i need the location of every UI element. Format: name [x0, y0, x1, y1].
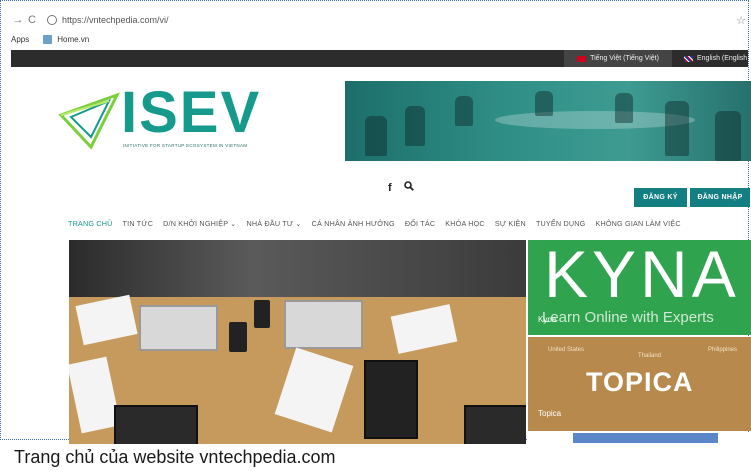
header-banner-image [345, 81, 751, 161]
search-icon[interactable] [403, 181, 414, 194]
kyna-caption: Kyna [538, 315, 557, 324]
vn-flag-icon [577, 55, 587, 62]
topica-logo: TOPICA [586, 367, 694, 397]
language-bar: Tiếng Việt (Tiếng Việt) English (English [11, 50, 748, 67]
bookmark-home[interactable]: Home.vn [57, 35, 89, 44]
logo-text: ISEV [121, 80, 262, 145]
info-icon [47, 15, 57, 25]
lang-vietnamese[interactable]: Tiếng Việt (Tiếng Việt) [564, 50, 672, 67]
lang-english[interactable]: English (English [684, 50, 747, 67]
menu-item-events[interactable]: SỰ KIỆN [495, 219, 526, 228]
facebook-icon[interactable]: f [388, 182, 392, 194]
kyna-logo: KYNA [544, 237, 740, 311]
kyna-card[interactable]: KYNA Learn Online with Experts Kyna [528, 237, 751, 335]
main-menu: TRANG CHỦ TIN TỨC D/N KHỞI NGHIỆP ⌄ NHÀ … [68, 219, 691, 228]
menu-item-jobs[interactable]: TUYỂN DỤNG [536, 219, 586, 228]
lang-en-label: English (English [697, 55, 748, 62]
star-icon[interactable]: ☆ [736, 14, 746, 27]
login-button[interactable]: ĐĂNG NHẬP [690, 188, 750, 207]
map-pin-label: Thailand [638, 353, 662, 359]
figure-caption: Trang chủ của website vntechpedia.com [14, 447, 336, 467]
menu-item-workspace[interactable]: KHÔNG GIAN LÀM VIỆC [595, 219, 680, 228]
uk-flag-icon [684, 55, 693, 62]
bookmarks-bar: Apps Home.vn [11, 31, 89, 47]
topica-card[interactable]: United States Thailand Philippines TOPIC… [528, 337, 751, 431]
menu-item-startups[interactable]: D/N KHỞI NGHIỆP ⌄ [163, 219, 236, 228]
address-bar[interactable]: https://vntechpedia.com/vi/ [47, 15, 169, 25]
logo-triangle-icon [58, 92, 121, 150]
menu-item-news[interactable]: TIN TỨC [123, 219, 154, 228]
menu-item-influencers[interactable]: CÁ NHÂN ẢNH HƯỞNG [312, 219, 395, 228]
screenshot-frame: → C https://vntechpedia.com/vi/ ☆ Apps H… [0, 0, 751, 444]
next-card-preview [528, 433, 751, 443]
map-pin-label: United States [548, 347, 585, 353]
map-pin-label: Philippines [708, 347, 738, 353]
lang-vi-label: Tiếng Việt (Tiếng Việt) [590, 55, 659, 62]
apps-link[interactable]: Apps [11, 35, 29, 44]
menu-item-courses[interactable]: KHÓA HỌC [445, 219, 485, 228]
back-arrow-icon[interactable]: → [11, 14, 25, 26]
menu-item-investors[interactable]: NHÀ ĐẦU TƯ ⌄ [246, 219, 301, 228]
hero-image[interactable] [69, 240, 526, 444]
browser-toolbar: → C https://vntechpedia.com/vi/ ☆ [11, 9, 747, 31]
url-text: https://vntechpedia.com/vi/ [62, 15, 169, 25]
menu-item-home[interactable]: TRANG CHỦ [68, 219, 113, 228]
bookmark-icon [43, 34, 53, 44]
topica-caption: Topica [538, 409, 562, 418]
menu-item-partners[interactable]: ĐỐI TÁC [405, 219, 435, 228]
social-links: f [388, 181, 423, 194]
register-button[interactable]: ĐĂNG KÝ [634, 188, 687, 207]
site-logo[interactable]: ISEV INITIATIVE FOR STARTUP ECOSYSTEM IN… [57, 83, 277, 153]
logo-subtitle: INITIATIVE FOR STARTUP ECOSYSTEM IN VIET… [123, 143, 248, 148]
kyna-tagline: Learn Online with Experts [542, 309, 714, 326]
reload-icon[interactable]: C [25, 14, 39, 26]
